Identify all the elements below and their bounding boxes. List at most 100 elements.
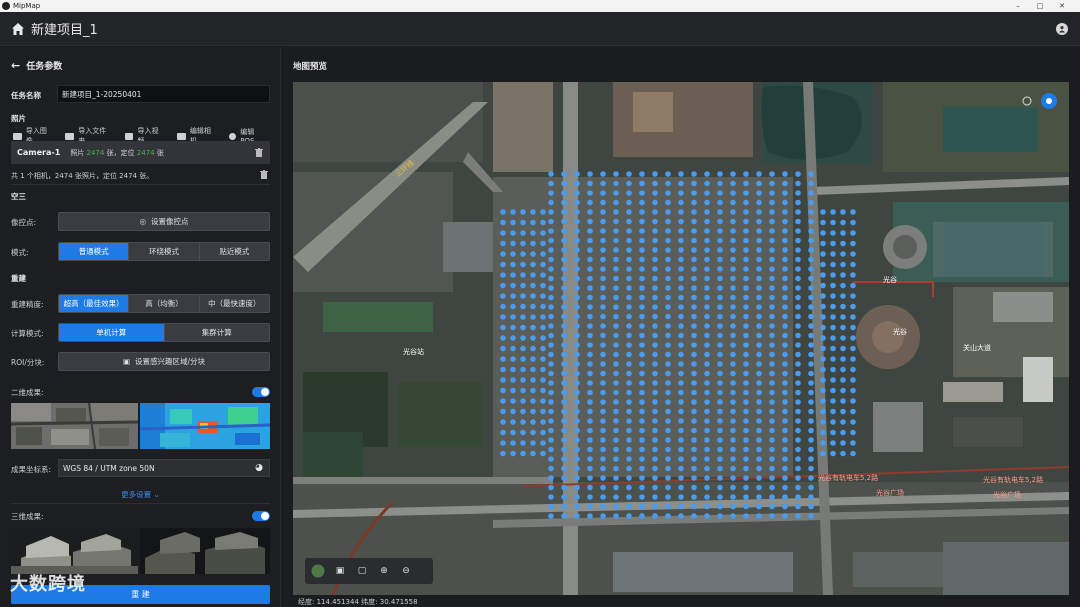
photo-position-marker[interactable] — [613, 380, 619, 386]
photo-position-marker[interactable] — [756, 266, 762, 272]
photo-position-marker[interactable] — [743, 266, 749, 272]
photo-position-marker[interactable] — [548, 247, 554, 253]
photo-position-marker[interactable] — [500, 240, 506, 247]
photo-position-marker[interactable] — [808, 351, 814, 358]
photo-position-marker[interactable] — [510, 261, 516, 268]
photo-position-marker[interactable] — [626, 199, 632, 206]
photo-position-marker[interactable] — [743, 465, 749, 472]
photo-position-marker[interactable] — [691, 247, 697, 253]
photo-position-marker[interactable] — [510, 240, 516, 247]
photo-position-marker[interactable] — [830, 345, 836, 352]
photo-position-marker[interactable] — [652, 171, 658, 177]
precision-high[interactable]: 高（均衡） — [129, 295, 200, 312]
photo-position-marker[interactable] — [808, 180, 814, 187]
photo-position-marker[interactable] — [820, 293, 826, 299]
photo-position-marker[interactable] — [756, 370, 762, 377]
photo-position-marker[interactable] — [548, 370, 554, 377]
photo-position-marker[interactable] — [510, 366, 516, 373]
photo-position-marker[interactable] — [639, 465, 645, 472]
photo-position-marker[interactable] — [548, 484, 554, 491]
photo-position-marker[interactable] — [808, 332, 814, 339]
photo-position-marker[interactable] — [574, 199, 580, 206]
photo-position-marker[interactable] — [730, 190, 736, 196]
photo-position-marker[interactable] — [600, 351, 606, 358]
crs-input[interactable]: WGS 84 / UTM zone 50N ◕ — [58, 459, 270, 477]
photo-position-marker[interactable] — [756, 437, 762, 443]
photo-position-marker[interactable] — [652, 408, 658, 415]
photo-position-marker[interactable] — [678, 323, 684, 329]
photo-position-marker[interactable] — [769, 446, 775, 453]
photo-position-marker[interactable] — [730, 351, 736, 358]
photo-position-marker[interactable] — [587, 275, 593, 282]
photo-position-marker[interactable] — [704, 180, 710, 187]
photo-position-marker[interactable] — [820, 408, 826, 415]
photo-position-marker[interactable] — [626, 275, 632, 282]
photo-position-marker[interactable] — [704, 304, 710, 310]
photo-position-marker[interactable] — [548, 494, 554, 500]
photo-position-marker[interactable] — [626, 237, 632, 244]
photo-position-marker[interactable] — [820, 345, 826, 352]
photo-position-marker[interactable] — [782, 218, 788, 225]
photo-position-marker[interactable] — [639, 209, 645, 215]
photo-position-marker[interactable] — [691, 313, 697, 320]
photo-position-marker[interactable] — [691, 199, 697, 206]
photo-position-marker[interactable] — [840, 450, 846, 457]
photo-position-marker[interactable] — [520, 230, 526, 236]
photo-position-marker[interactable] — [756, 275, 762, 282]
photo-position-marker[interactable] — [850, 356, 856, 362]
photo-position-marker[interactable] — [626, 361, 632, 367]
photo-position-marker[interactable] — [639, 285, 645, 291]
photo-position-marker[interactable] — [704, 323, 710, 329]
photo-position-marker[interactable] — [561, 190, 567, 196]
photo-position-marker[interactable] — [704, 285, 710, 291]
minimize-button[interactable]: – — [1008, 0, 1028, 12]
photo-position-marker[interactable] — [613, 294, 619, 301]
photo-position-marker[interactable] — [510, 209, 516, 215]
photo-position-marker[interactable] — [530, 314, 536, 320]
photo-position-marker[interactable] — [561, 323, 567, 329]
photo-position-marker[interactable] — [820, 440, 826, 446]
photo-position-marker[interactable] — [704, 513, 710, 519]
photo-position-marker[interactable] — [782, 418, 788, 424]
photo-position-marker[interactable] — [574, 351, 580, 358]
photo-position-marker[interactable] — [730, 323, 736, 329]
photo-position-marker[interactable] — [626, 285, 632, 291]
photo-position-marker[interactable] — [587, 370, 593, 377]
photo-position-marker[interactable] — [769, 209, 775, 215]
photo-position-marker[interactable] — [500, 387, 506, 394]
photo-position-marker[interactable] — [530, 272, 536, 278]
photo-position-marker[interactable] — [561, 513, 567, 519]
photo-position-marker[interactable] — [665, 456, 671, 462]
photo-position-marker[interactable] — [782, 361, 788, 367]
photo-position-marker[interactable] — [530, 240, 536, 247]
photo-position-marker[interactable] — [730, 266, 736, 272]
photo-position-marker[interactable] — [782, 180, 788, 187]
photo-position-marker[interactable] — [626, 171, 632, 177]
photo-position-marker[interactable] — [574, 247, 580, 253]
photo-position-marker[interactable] — [574, 380, 580, 386]
photo-position-marker[interactable] — [652, 247, 658, 253]
photo-position-marker[interactable] — [691, 465, 697, 472]
photo-position-marker[interactable] — [548, 408, 554, 415]
photo-position-marker[interactable] — [540, 272, 546, 278]
photo-position-marker[interactable] — [639, 323, 645, 329]
photo-position-marker[interactable] — [840, 345, 846, 352]
photo-position-marker[interactable] — [500, 335, 506, 341]
photo-position-marker[interactable] — [548, 171, 554, 177]
photo-position-marker[interactable] — [830, 356, 836, 362]
photo-position-marker[interactable] — [587, 228, 593, 234]
photo-position-marker[interactable] — [691, 171, 697, 177]
photo-position-marker[interactable] — [678, 465, 684, 472]
photo-position-marker[interactable] — [587, 171, 593, 177]
photo-position-marker[interactable] — [639, 247, 645, 253]
photo-position-marker[interactable] — [520, 398, 526, 404]
photo-position-marker[interactable] — [795, 351, 801, 358]
photo-position-marker[interactable] — [510, 440, 516, 446]
photo-position-marker[interactable] — [704, 418, 710, 424]
photo-position-marker[interactable] — [795, 323, 801, 329]
photo-position-marker[interactable] — [665, 218, 671, 225]
photo-position-marker[interactable] — [717, 294, 723, 301]
photo-position-marker[interactable] — [808, 475, 814, 481]
photo-position-marker[interactable] — [500, 356, 506, 362]
photo-position-marker[interactable] — [587, 256, 593, 263]
